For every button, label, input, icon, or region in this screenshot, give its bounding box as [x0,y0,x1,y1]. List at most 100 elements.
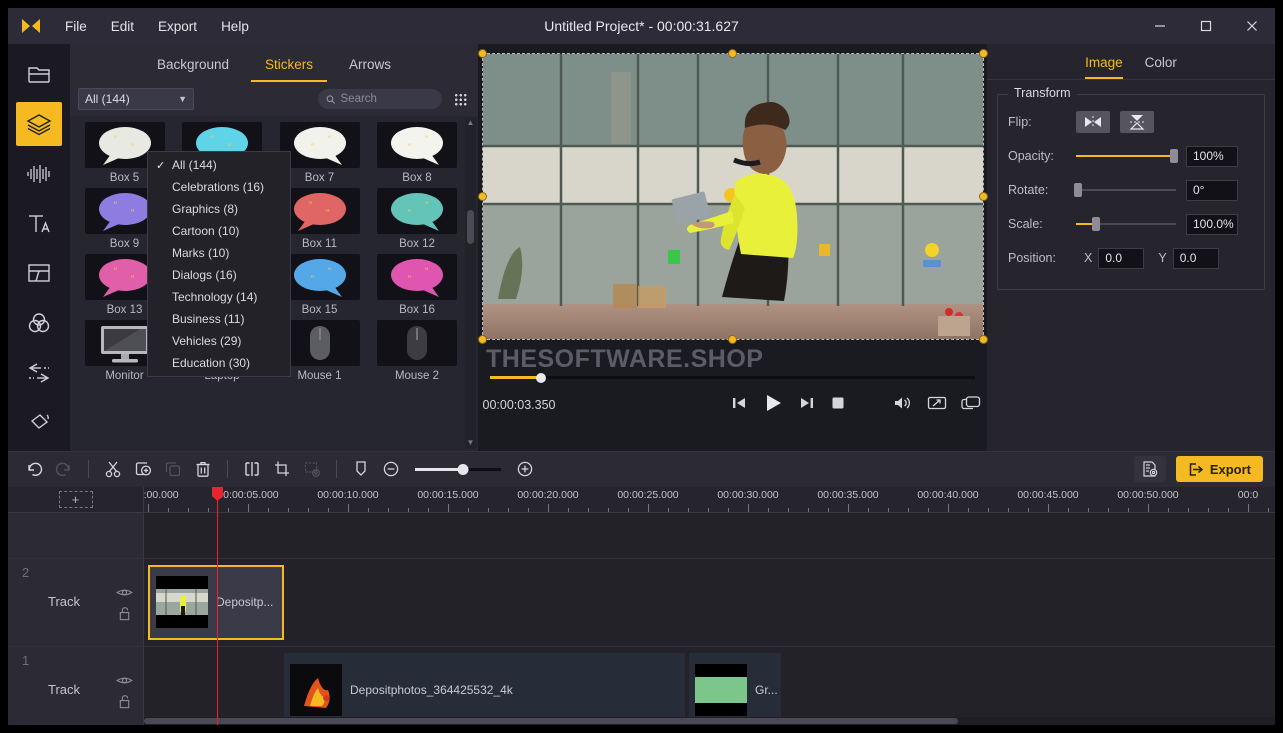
delete-button[interactable] [189,456,217,482]
track-lane-1[interactable]: Depositphotos_364425532_4k Gr... [144,646,1275,725]
sticker-thumbnail[interactable]: “” [279,254,360,300]
timeline-zoom-slider[interactable] [415,462,501,476]
dropdown-item-9[interactable]: Education (30) [148,352,290,374]
video-frame[interactable] [477,49,988,344]
rotate-knob[interactable] [1074,183,1082,197]
duplicate-button[interactable] [159,456,187,482]
project-settings-icon[interactable] [1133,456,1166,483]
maximize-button[interactable] [1183,8,1229,44]
dropdown-item-1[interactable]: Celebrations (16) [148,176,290,198]
timeline-clip[interactable]: Depositp... [148,564,284,640]
dropdown-item-4[interactable]: Marks (10) [148,242,290,264]
opacity-value[interactable]: 100% [1186,145,1238,167]
sidebar-item-transitions[interactable] [16,351,62,395]
scale-value[interactable]: 100.0% [1186,213,1238,235]
resize-handle-ml[interactable] [477,191,487,201]
track-lane-2[interactable]: Depositp... [144,558,1275,646]
sidebar-item-stickers[interactable] [16,101,62,146]
scroll-down-icon[interactable]: ▼ [467,438,475,448]
sidebar-item-split-screen[interactable] [16,252,62,296]
resize-handle-bc[interactable] [727,335,737,344]
undo-button[interactable] [20,456,48,482]
add-clip-button[interactable] [129,456,157,482]
flip-vertical-icon[interactable] [1120,111,1154,133]
sticker-thumbnail[interactable] [279,320,360,366]
dropdown-item-8[interactable]: Vehicles (29) [148,330,290,352]
resize-handle-bl[interactable] [477,335,487,344]
tab-stickers[interactable]: Stickers [251,51,328,82]
export-button[interactable]: Export [1175,456,1263,483]
close-button[interactable] [1229,8,1275,44]
sticker-thumbnail[interactable]: “” [279,188,360,234]
sticker-thumbnail[interactable]: “” [279,122,360,168]
empty-track-lane[interactable] [144,512,1275,558]
dropdown-item-2[interactable]: Graphics (8) [148,198,290,220]
resize-handle-tl[interactable] [477,49,487,58]
tab-color[interactable]: Color [1145,55,1177,79]
hscroll-thumb[interactable] [144,718,959,724]
timeline-ruler[interactable]: 00:00:00.000 00:00:05.000 00:00:10.000 00:0… [144,487,1275,513]
scroll-up-icon[interactable]: ▲ [467,118,475,128]
snapshot-button[interactable] [960,395,981,414]
scrollbar-thumb[interactable] [467,210,474,244]
search-input[interactable] [340,93,434,105]
stop-button[interactable] [831,396,845,413]
add-track-button[interactable]: + [58,490,93,508]
seek-track[interactable] [490,372,975,383]
menu-export[interactable]: Export [147,15,208,38]
redo-button[interactable] [50,456,78,482]
tab-image[interactable]: Image [1085,55,1123,79]
menu-help[interactable]: Help [210,15,260,38]
unlock-icon[interactable] [118,694,132,709]
sidebar-item-filters[interactable] [16,301,62,345]
grid-view-icon[interactable] [450,89,470,109]
sticker-item[interactable]: “” Box 16 [371,254,464,316]
sticker-thumbnail[interactable]: “” [377,122,457,168]
dropdown-item-3[interactable]: Cartoon (10) [148,220,290,242]
resize-handle-tc[interactable] [727,49,737,58]
search-box[interactable] [318,89,442,109]
dropdown-item-5[interactable]: Dialogs (16) [148,264,290,286]
eye-icon[interactable] [116,675,133,686]
rotate-value[interactable]: 0° [1186,179,1238,201]
next-frame-button[interactable] [799,396,815,413]
category-dropdown-menu[interactable]: ✓ All (144) Celebrations (16) Graphics (8) C… [147,151,291,377]
playhead[interactable] [212,486,223,725]
sticker-item[interactable]: “” Box 12 [371,188,464,250]
timeline-clip[interactable]: Depositphotos_364425532_4k [284,652,685,725]
volume-button[interactable] [893,395,913,414]
timeline-clip[interactable]: Gr... [689,652,781,725]
dropdown-item-6[interactable]: Technology (14) [148,286,290,308]
sidebar-item-animation[interactable] [16,401,62,445]
resize-handle-mr[interactable] [978,191,988,201]
marker-button[interactable] [347,456,375,482]
sticker-item[interactable]: Mouse 2 [371,320,464,382]
seek-bar[interactable] [490,372,975,383]
sidebar-item-audio[interactable] [16,152,62,196]
sticker-item[interactable]: “” Box 8 [371,122,464,184]
sidebar-item-titles[interactable] [16,202,62,246]
zoom-out-button[interactable] [377,456,405,482]
sidebar-item-media-import[interactable] [16,52,62,96]
eye-icon[interactable] [116,587,133,598]
sticker-thumbnail[interactable] [377,320,457,366]
opacity-knob[interactable] [1170,149,1178,163]
fullscreen-button[interactable] [927,395,947,414]
sticker-thumbnail[interactable]: “” [377,254,457,300]
menu-file[interactable]: File [54,15,98,38]
resize-handle-br[interactable] [978,335,988,344]
timeline-hscrollbar[interactable] [144,717,1275,725]
zoom-in-button[interactable] [511,456,539,482]
previous-frame-button[interactable] [731,396,747,413]
overlay-button[interactable] [298,456,326,482]
resize-handle-tr[interactable] [978,49,988,58]
menu-edit[interactable]: Edit [100,15,145,38]
flip-horizontal-icon[interactable] [1076,111,1110,133]
position-y-field[interactable]: 0.0 [1172,247,1219,269]
seek-knob[interactable] [536,372,547,383]
dropdown-item-7[interactable]: Business (11) [148,308,290,330]
scale-slider[interactable] [1076,217,1176,231]
opacity-slider[interactable] [1076,149,1178,163]
scale-knob[interactable] [1092,217,1100,231]
sticker-thumbnail[interactable]: “” [377,188,457,234]
